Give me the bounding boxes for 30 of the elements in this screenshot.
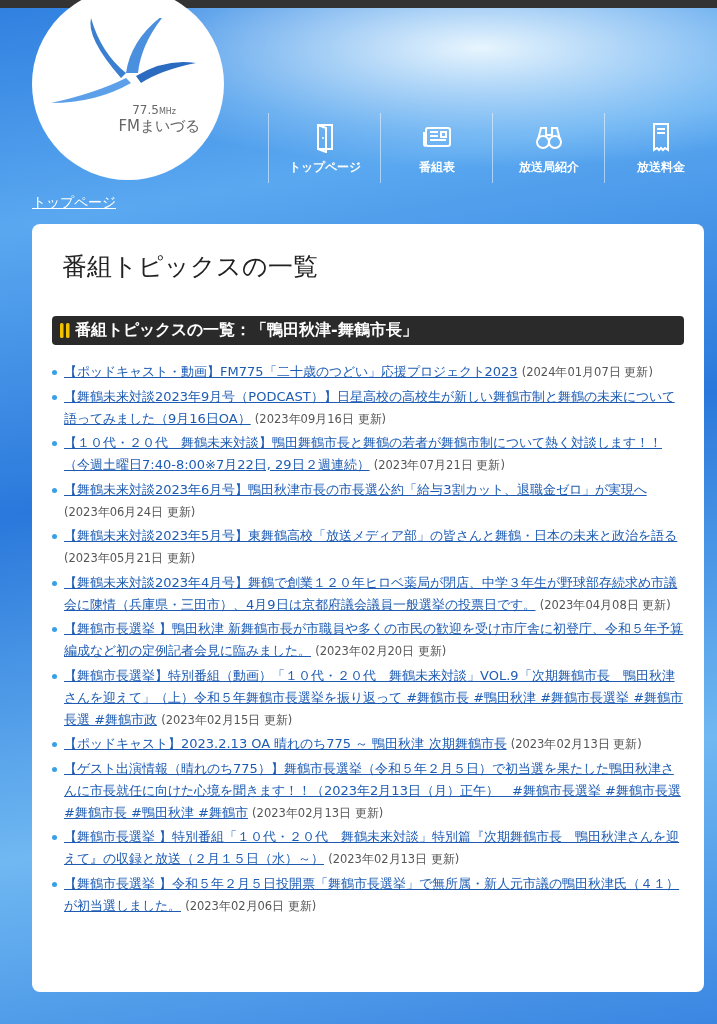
topic-link[interactable]: 【１０代・２０代 舞鶴未来対談】鴨田舞鶴市長と舞鶴の若者が舞鶴市制について熱く対談します！！（今週土曜日7:40-8:00※7月22日, 29日２週連続） (2023年07月21日 更新): [64, 432, 684, 476]
bullet-icon: [52, 627, 57, 632]
topic-link[interactable]: 【ゲスト出演情報（晴れのち775）】舞鶴市長選挙（令和５年２月５日）で初当選を果たした鴨田秋津さんに市長就任に向けた心境を聞きます！！（2023年2月13日（月）正午） #舞鶴市長選挙 #舞鶴市長選 #舞鶴市長 #鴨田秋津 #舞鶴市 (2023年02月13日 更新): [64, 757, 684, 824]
topic-link[interactable]: 【舞鶴未来対談2023年5月号】東舞鶴高校「放送メディア部」の皆さんと舞鶴・日本の未来と政治を語る (2023年05月21日 更新): [64, 525, 684, 569]
topic-link[interactable]: 【舞鶴市長選挙 】鴨田秋津 新舞鶴市長が市職員や多くの市民の歓迎を受け市庁舎に初登庁、令和５年予算編成など初の定例記者会見に臨みました。 (2023年02月20日 更新): [64, 618, 684, 662]
bullet-icon: [52, 742, 57, 747]
bullet-icon: [52, 881, 57, 887]
bullet-icon: [52, 673, 57, 679]
logo-frequency: 77.5MHz: [132, 103, 176, 117]
heading-marker-icon: [60, 323, 70, 338]
bullet-icon: [52, 394, 57, 400]
bullet-icon: [52, 534, 57, 539]
page-title: 番組トピックスの一覧: [62, 251, 319, 283]
topic-link[interactable]: 【舞鶴未来対談2023年9月号（PODCAST）】日星高校の高校生が新しい舞鶴市制と舞鶴の未来について語ってみました（9月16日OA） (2023年09月16日 更新): [64, 385, 684, 430]
bullet-icon: [52, 580, 57, 586]
topic-link[interactable]: 【ポッドキャスト・動画】FM775「二十歳のつどい」応援プロジェクト2023 (2024年01月07日 更新): [64, 361, 684, 383]
bullet-icon: [52, 441, 57, 446]
bullet-icon: [52, 487, 57, 493]
logo-circle[interactable]: 77.5MHz FMまいづる: [32, 0, 224, 180]
bullet-icon: [52, 766, 57, 772]
bullet-icon: [52, 370, 57, 375]
topic-link[interactable]: 【舞鶴市長選挙 】令和５年２月５日投開票「舞鶴市長選挙」で無所属・新人元市議の鴨田秋津氏（４１）が初当選しました。 (2023年02月06日 更新): [64, 872, 684, 917]
topic-link[interactable]: 【舞鶴市長選挙】特別番組（動画）「１０代・２０代 舞鶴未来対談」VOL.9「次期舞鶴市長 鴨田秋津さんを迎えて」（上）令和５年舞鶴市長選挙を振り返って #舞鶴市長 #鴨田秋津 #舞鶴市長選挙 #舞鶴市長選 #舞鶴市政 (2023年02月15日 更新): [64, 664, 684, 731]
topic-link[interactable]: 【舞鶴未来対談2023年4月号】舞鶴で創業１２０年ヒロベ薬局が閉店、中学３年生が野球部存続求め市議会に陳情（兵庫県・三田市）、4月9日は京都府議会議員一般選挙の投票日です。 (2023年04月08日 更新): [64, 571, 684, 616]
topic-link[interactable]: 【ポッドキャスト】2023.2.13 OA 晴れのち775 ～ 鴨田秋津 次期舞鶴市長 (2023年02月13日 更新): [64, 733, 684, 755]
topic-link[interactable]: 【舞鶴未来対談2023年6月号】鴨田秋津市長の市長選公約「給与3割カット、退職金ゼロ」が実現へ (2023年06月24日 更新): [64, 478, 684, 523]
bullet-icon: [52, 835, 57, 840]
section-title: 番組トピックスの一覧：「鴨田秋津-舞鶴市長」: [75, 320, 418, 341]
logo-name: FMまいづる: [118, 117, 200, 136]
topic-link[interactable]: 【舞鶴市長選挙 】特別番組「１０代・２０代 舞鶴未来対談」特別篇『次期舞鶴市長 鴨田秋津さんを迎えて』の収録と放送（２月１５日（水）～） (2023年02月13日 更新): [64, 826, 684, 870]
